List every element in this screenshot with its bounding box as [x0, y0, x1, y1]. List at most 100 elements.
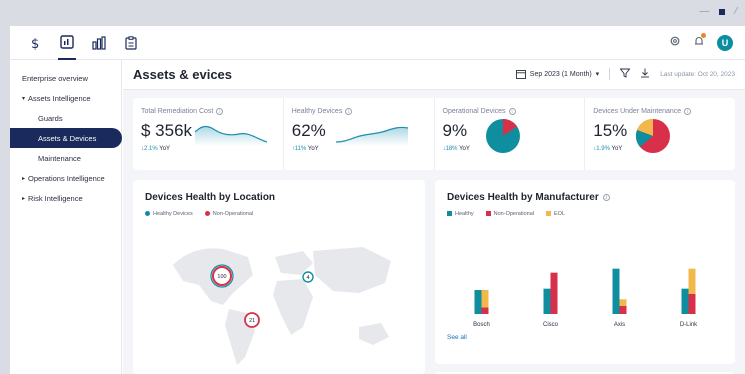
sidebar-item-maintenance[interactable]: Maintenance [10, 148, 121, 168]
page-header: Assets & evices Sep 2023 (1 Month) ▾ Las… [123, 60, 745, 90]
legend-item-non-operational[interactable]: Non-Operational [485, 211, 535, 217]
legend-item-healthy[interactable]: Healthy [447, 211, 474, 217]
avatar[interactable]: U [717, 35, 733, 51]
info-icon[interactable]: i [216, 108, 224, 115]
dollar-icon[interactable]: $ [26, 34, 44, 52]
app-window: — ⁄ $ U Enterprise overview ▾ Assets Int… [10, 6, 745, 374]
filter-icon[interactable] [619, 68, 631, 80]
bubble-label: 4 [306, 275, 309, 281]
map-bubble-21[interactable]: 21 [244, 312, 260, 328]
chevron-down-icon: ▾ [22, 95, 26, 102]
dashboard-icon[interactable] [58, 26, 76, 60]
top-navbar: $ U [10, 26, 745, 60]
kpi-delta: ↓2.1% YoY [141, 146, 275, 152]
info-icon[interactable]: i [508, 108, 516, 115]
see-all-link[interactable]: See all [447, 334, 467, 341]
settings-icon[interactable] [669, 34, 681, 52]
bar-healthy-cisco[interactable] [543, 288, 551, 314]
expand-icon[interactable]: ⁄ [735, 6, 737, 17]
info-icon[interactable]: i [602, 194, 610, 201]
manufacturer-bar-chart: Bosch Cisco Axis D-Link [473, 268, 698, 328]
info-icon[interactable]: i [345, 108, 353, 115]
manufacturer-card: Devices Health by Manufacturer i Healthy… [435, 180, 735, 364]
legend: Healthy Non-Operational EOL [447, 211, 565, 217]
bar-non-operational-cisco[interactable] [550, 272, 558, 314]
sidebar-item-label: Risk Intelligence [28, 193, 83, 203]
kpi-operational-devices[interactable]: Operational Devices i 9% ↓18% YoY [435, 98, 586, 170]
x-tick-label: Bosch [473, 322, 490, 328]
legend-label: Healthy Devices [153, 211, 193, 217]
minimize-icon[interactable]: — [699, 6, 709, 17]
legend-label: Healthy [455, 211, 474, 217]
bar-healthy-axis[interactable] [612, 268, 620, 314]
date-range-picker[interactable]: Sep 2023 (1 Month) ▾ [515, 69, 600, 79]
bar-eol-bosch[interactable] [481, 290, 489, 308]
legend: Healthy Devices Non-Operational [145, 211, 253, 217]
kpi-label: Healthy Devices [291, 108, 343, 115]
calendar-icon [515, 70, 526, 79]
sidebar-item-label: Assets Intelligence [28, 93, 91, 103]
kpi-delta-value: 18% [445, 146, 458, 152]
kpi-label: Total Remediation Cost [141, 108, 214, 115]
kpi-delta-suffix: YoY [459, 146, 470, 152]
legend-dot [204, 211, 210, 217]
kpi-row: Total Remediation Cost i $ 356k ↓2.1% YoY… [133, 98, 735, 170]
x-tick-label: Cisco [543, 322, 559, 328]
main-content: Assets & evices Sep 2023 (1 Month) ▾ Las… [123, 60, 745, 374]
divider [609, 68, 611, 80]
header-controls: Sep 2023 (1 Month) ▾ Last update: Oct 20… [515, 68, 735, 80]
bar-chart-icon[interactable] [90, 34, 108, 52]
page-title: Assets & evices [133, 67, 233, 82]
bar-healthy-bosch[interactable] [474, 290, 482, 314]
legend-swatch [546, 211, 552, 217]
kpi-delta-value: 2.1% [144, 146, 158, 152]
kpi-remediation-cost[interactable]: Total Remediation Cost i $ 356k ↓2.1% YoY [133, 98, 284, 170]
sidebar-item-label: Operations Intelligence [28, 173, 105, 183]
pie-chart [485, 119, 520, 153]
sidebar-item-risk-intelligence[interactable]: ▸ Risk Intelligence [10, 188, 121, 208]
date-range-label: Sep 2023 (1 Month) [529, 70, 592, 78]
map-bubble-100[interactable]: 100 [210, 264, 234, 288]
world-map: 100 4 21 [173, 247, 391, 365]
sidebar-item-label: Guards [38, 113, 63, 123]
info-icon[interactable]: i [684, 108, 692, 115]
sidebar-item-operations-intelligence[interactable]: ▸ Operations Intelligence [10, 168, 121, 188]
last-update-text: Last update: Oct 20, 2023 [660, 70, 735, 78]
bar-eol-axis[interactable] [619, 299, 627, 306]
bubble-label: 100 [217, 274, 226, 280]
sidebar-item-label: Maintenance [38, 153, 81, 163]
map-bubble-4[interactable]: 4 [302, 271, 314, 283]
legend-swatch [447, 211, 452, 217]
bar-eol-d-link[interactable] [688, 268, 696, 294]
topbar-actions: U [669, 33, 733, 52]
download-icon[interactable] [640, 68, 650, 80]
kpi-delta-value: 11% [294, 146, 307, 152]
x-tick-label: D-Link [680, 322, 698, 328]
chevron-down-icon: ▾ [595, 71, 600, 78]
sidebar-item-assets-devices[interactable]: Assets & Devices [10, 128, 122, 148]
maximize-icon[interactable] [719, 8, 726, 15]
pie-chart [636, 118, 671, 153]
notifications-icon[interactable] [693, 33, 706, 52]
bar-non-operational-d-link[interactable] [688, 294, 696, 314]
sidebar-item-label: Enterprise overview [22, 73, 88, 83]
sidebar-item-assets-intelligence[interactable]: ▾ Assets Intelligence [10, 88, 121, 108]
kpi-label: Operational Devices [442, 108, 506, 115]
bar-non-operational-bosch[interactable] [481, 307, 489, 314]
sidebar-item-enterprise-overview[interactable]: Enterprise overview [10, 68, 121, 88]
clipboard-icon[interactable] [122, 34, 140, 52]
kpi-healthy-devices[interactable]: Healthy Devices i 62% ↑11% YoY [284, 98, 435, 170]
kpi-delta-value: 1.9% [596, 146, 610, 152]
chevron-right-icon: ▸ [22, 195, 26, 202]
legend-label: Non-Operational [493, 211, 535, 217]
sidebar-item-guards[interactable]: Guards [10, 108, 121, 128]
bar-non-operational-axis[interactable] [619, 306, 627, 314]
card-title-row: Devices Health by Manufacturer i [447, 192, 610, 203]
window-controls: — ⁄ [699, 6, 737, 17]
kpi-devices-maintenance[interactable]: Devices Under Maintenance i 15% ↓1.9% YoY [585, 98, 735, 170]
bar-healthy-d-link[interactable] [681, 288, 689, 314]
svg-text:$: $ [31, 37, 39, 50]
legend-item-eol[interactable]: EOL [546, 211, 565, 217]
legend-item-non-operational: Non-Operational [204, 211, 253, 217]
chevron-right-icon: ▸ [22, 175, 26, 182]
